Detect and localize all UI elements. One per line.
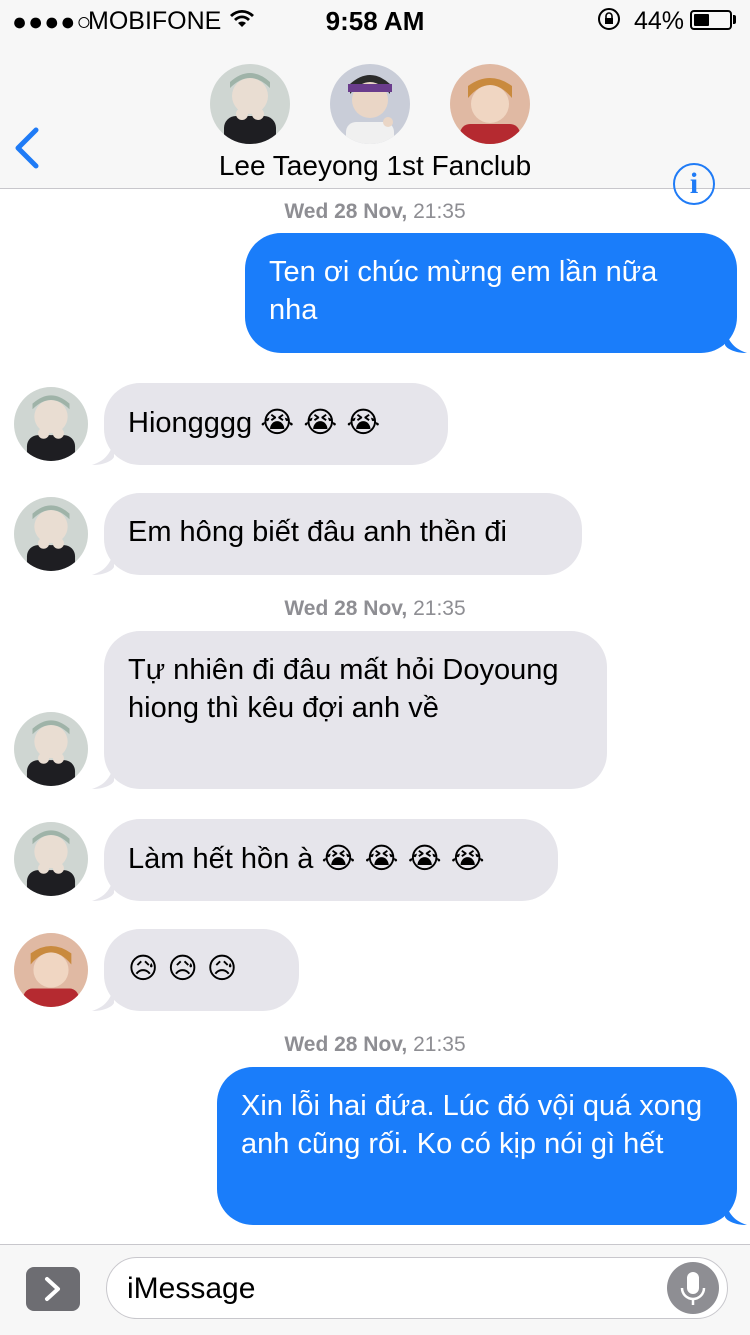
avatar[interactable] bbox=[14, 933, 88, 1007]
sad-face-emoji: 😥 😥 😥 bbox=[128, 951, 238, 985]
message-text: Hiongggg bbox=[128, 407, 253, 439]
bubble-tail bbox=[725, 1201, 747, 1225]
status-bar: ●●●●○ MOBIFONE 9:58 AM 44% bbox=[0, 0, 750, 40]
timestamp: Wed 28 Nov, 21:35 bbox=[284, 597, 466, 620]
bubble-tail bbox=[92, 877, 114, 901]
avatar[interactable] bbox=[14, 387, 88, 461]
message-composer: iMessage bbox=[0, 1244, 750, 1335]
message-text: Làm hết hồn à bbox=[128, 843, 314, 875]
apps-button[interactable] bbox=[26, 1267, 80, 1311]
message-text: Ten ơi chúc mừng em lần nữa nha bbox=[269, 256, 658, 326]
bubble-tail bbox=[92, 551, 114, 575]
crying-face-emoji: 😭 😭 😭 bbox=[260, 405, 381, 439]
outgoing-message[interactable]: Xin lỗi hai đứa. Lúc đó vội quá xong anh… bbox=[217, 1067, 737, 1225]
battery-tip bbox=[733, 15, 736, 24]
bubble-tail bbox=[92, 765, 114, 789]
chevron-right-icon bbox=[45, 1277, 60, 1301]
timestamp: Wed 28 Nov, 21:35 bbox=[284, 1033, 466, 1056]
bubble-tail bbox=[92, 987, 114, 1011]
conversation-title[interactable]: Lee Taeyong 1st Fanclub bbox=[0, 150, 750, 182]
battery-percentage: 44% bbox=[634, 7, 685, 35]
incoming-message[interactable]: 😥 😥 😥 bbox=[104, 929, 299, 1011]
microphone-icon bbox=[680, 1272, 706, 1305]
avatar[interactable] bbox=[14, 497, 88, 571]
group-member-avatar-3[interactable] bbox=[450, 64, 530, 144]
incoming-message[interactable]: Làm hết hồn à 😭 😭 😭 😭 bbox=[104, 819, 558, 901]
bubble-tail bbox=[92, 441, 114, 465]
orientation-lock-icon bbox=[596, 6, 622, 38]
timestamp: Wed 28 Nov, 21:35 bbox=[284, 200, 466, 223]
bubble-tail bbox=[725, 329, 747, 353]
message-text: Xin lỗi hai đứa. Lúc đó vội quá xong anh… bbox=[241, 1090, 703, 1160]
group-member-avatar-2[interactable] bbox=[330, 64, 410, 144]
outgoing-message[interactable]: Ten ơi chúc mừng em lần nữa nha bbox=[245, 233, 737, 353]
incoming-message[interactable]: Tự nhiên đi đâu mất hỏi Doyoung hiong th… bbox=[104, 631, 607, 789]
crying-face-emoji: 😭 😭 😭 😭 bbox=[321, 841, 485, 875]
group-member-avatar-1[interactable] bbox=[210, 64, 290, 144]
incoming-message[interactable]: Em hông biết đâu anh thền đi bbox=[104, 493, 582, 575]
message-text: Tự nhiên đi đâu mất hỏi Doyoung hiong th… bbox=[128, 654, 559, 724]
input-placeholder: iMessage bbox=[127, 1272, 256, 1305]
avatar[interactable] bbox=[14, 822, 88, 896]
message-input[interactable]: iMessage bbox=[106, 1257, 728, 1319]
battery-icon bbox=[690, 10, 732, 30]
avatar[interactable] bbox=[14, 712, 88, 786]
microphone-button[interactable] bbox=[667, 1262, 719, 1314]
incoming-message[interactable]: Hiongggg 😭 😭 😭 bbox=[104, 383, 448, 465]
message-text: Em hông biết đâu anh thền đi bbox=[128, 516, 507, 548]
